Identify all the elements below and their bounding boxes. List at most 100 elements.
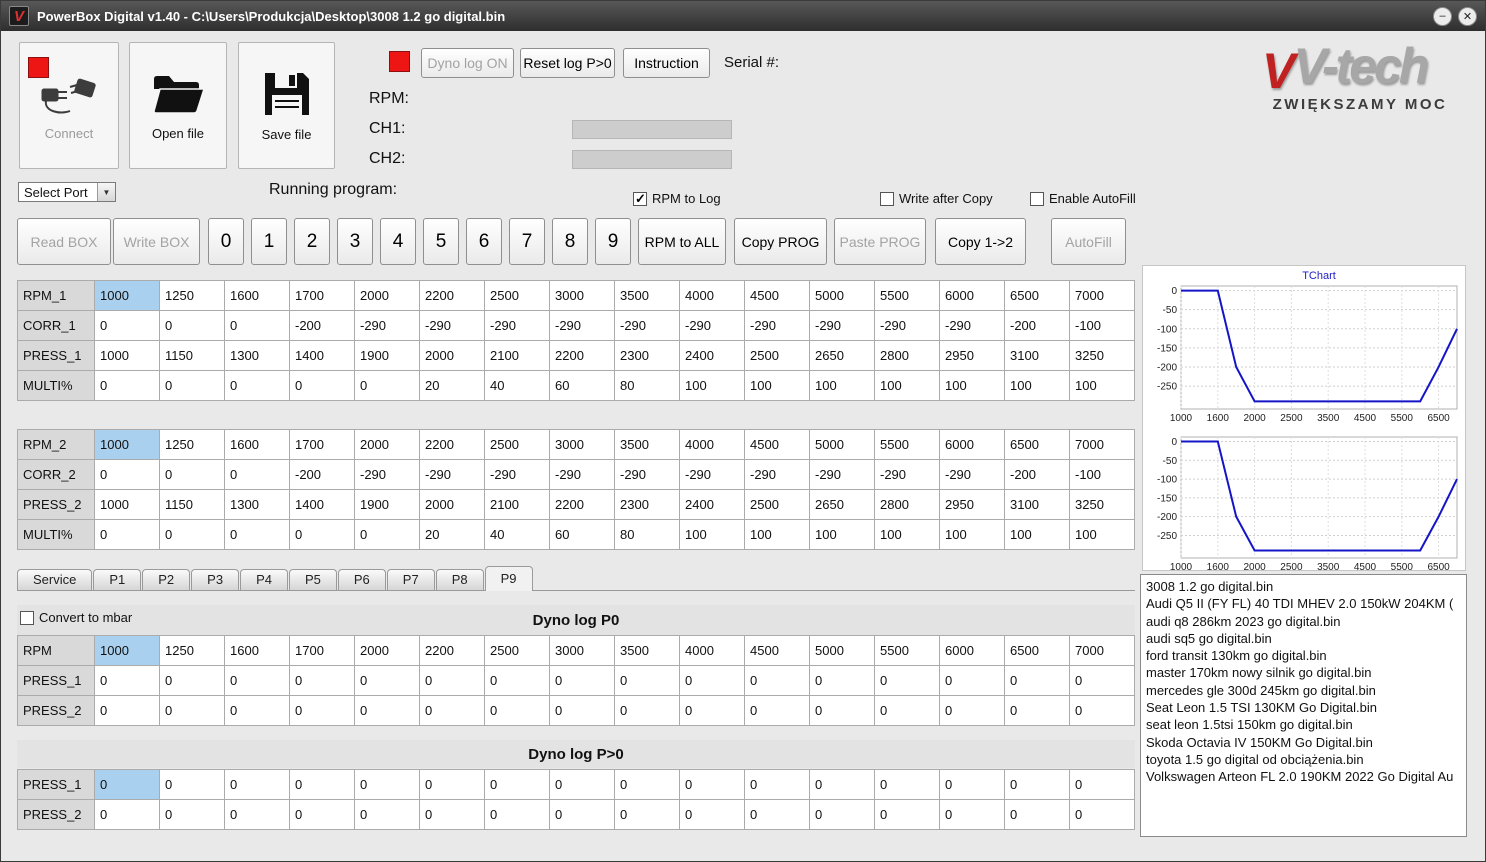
grid-cell[interactable]: 5500 — [874, 635, 940, 666]
digit-0-button[interactable]: 0 — [208, 218, 244, 265]
grid-cell[interactable]: 0 — [549, 665, 615, 696]
grid-cell[interactable]: 0 — [419, 665, 485, 696]
grid-cell[interactable]: 0 — [484, 665, 550, 696]
file-list-item[interactable]: audi q8 286km 2023 go digital.bin — [1146, 613, 1461, 630]
grid-cell[interactable]: 5500 — [874, 280, 940, 311]
grid-cell[interactable]: 0 — [289, 370, 355, 401]
grid-cell[interactable]: 0 — [419, 695, 485, 726]
grid-cell[interactable]: -290 — [614, 459, 680, 490]
grid-cell[interactable]: -290 — [744, 310, 810, 341]
grid-cell[interactable]: 3000 — [549, 280, 615, 311]
grid-cell[interactable]: 2650 — [809, 489, 875, 520]
grid-cell[interactable]: 0 — [809, 799, 875, 830]
rpm-to-all-button[interactable]: RPM to ALL — [638, 218, 726, 265]
enable-autofill-checkbox[interactable]: Enable AutoFill — [1030, 191, 1136, 206]
grid-cell[interactable]: 2800 — [874, 489, 940, 520]
grid-cell[interactable]: 0 — [549, 799, 615, 830]
grid-cell[interactable]: 100 — [809, 370, 875, 401]
grid-cell[interactable]: -100 — [1069, 310, 1135, 341]
grid-cell[interactable]: 0 — [1004, 665, 1070, 696]
grid-cell[interactable]: -290 — [874, 310, 940, 341]
grid-cell[interactable]: 0 — [224, 695, 290, 726]
grid-cell[interactable]: 3000 — [549, 635, 615, 666]
grid-cell[interactable]: 0 — [159, 665, 225, 696]
grid-cell[interactable]: -290 — [354, 459, 420, 490]
grid-cell[interactable]: 0 — [354, 665, 420, 696]
grid-cell[interactable]: 2200 — [419, 280, 485, 311]
tab-p6[interactable]: P6 — [337, 569, 386, 590]
grid-cell[interactable]: -290 — [744, 459, 810, 490]
grid-cell[interactable]: 60 — [549, 519, 615, 550]
grid-cell[interactable]: 0 — [1069, 665, 1135, 696]
tab-p4[interactable]: P4 — [240, 569, 288, 590]
grid-cell[interactable]: 100 — [744, 519, 810, 550]
grid-cell[interactable]: 1700 — [289, 635, 355, 666]
grid-cell[interactable]: 0 — [679, 799, 745, 830]
grid-cell[interactable]: 2000 — [419, 489, 485, 520]
grid-cell[interactable]: 1400 — [289, 340, 355, 371]
grid-cell[interactable]: 0 — [614, 695, 680, 726]
grid-cell[interactable]: 5500 — [874, 429, 940, 460]
grid-cell[interactable]: 100 — [874, 370, 940, 401]
dyno-log-on-button[interactable]: Dyno log ON — [421, 48, 514, 78]
grid-cell[interactable]: 0 — [939, 695, 1005, 726]
tab-p5[interactable]: P5 — [288, 569, 337, 590]
grid-cell[interactable]: -290 — [809, 310, 875, 341]
grid-cell[interactable]: 2300 — [614, 340, 680, 371]
grid-cell[interactable]: 0 — [484, 769, 550, 800]
grid-cell[interactable]: 2500 — [744, 489, 810, 520]
grid-cell[interactable]: 0 — [744, 695, 810, 726]
minimize-button[interactable]: – — [1433, 6, 1452, 26]
convert-to-mbar-checkbox[interactable]: Convert to mbar — [20, 610, 132, 625]
grid-cell[interactable]: 0 — [679, 769, 745, 800]
digit-9-button[interactable]: 9 — [595, 218, 631, 265]
grid-cell[interactable]: 4000 — [679, 429, 745, 460]
grid-cell[interactable]: 1000 — [94, 635, 160, 666]
rpm-to-log-checkbox[interactable]: RPM to Log — [633, 191, 721, 207]
grid-cell[interactable]: 1000 — [94, 489, 160, 520]
grid-cell[interactable]: 0 — [289, 665, 355, 696]
grid-cell[interactable]: 60 — [549, 370, 615, 401]
grid-cell[interactable]: 0 — [1004, 799, 1070, 830]
grid-cell[interactable]: 100 — [1004, 370, 1070, 401]
grid-cell[interactable]: -200 — [1004, 459, 1070, 490]
grid-cell[interactable]: 2200 — [419, 635, 485, 666]
grid-cell[interactable]: -290 — [679, 310, 745, 341]
grid-cell[interactable]: 2000 — [354, 280, 420, 311]
grid-cell[interactable]: 0 — [1069, 769, 1135, 800]
grid-cell[interactable]: 0 — [94, 769, 160, 800]
grid-cell[interactable]: 100 — [809, 519, 875, 550]
grid-cell[interactable]: 0 — [159, 459, 225, 490]
tab-p8[interactable]: P8 — [435, 569, 484, 590]
grid-cell[interactable]: 0 — [224, 459, 290, 490]
grid-cell[interactable]: -200 — [1004, 310, 1070, 341]
grid-cell[interactable]: 0 — [549, 769, 615, 800]
grid-cell[interactable]: 6500 — [1004, 635, 1070, 666]
grid-cell[interactable]: 3500 — [614, 280, 680, 311]
grid-cell[interactable]: 1250 — [159, 429, 225, 460]
grid-cell[interactable]: 0 — [159, 695, 225, 726]
grid-cell[interactable]: 1600 — [224, 280, 290, 311]
grid-cell[interactable]: 0 — [224, 519, 290, 550]
grid-cell[interactable]: 0 — [419, 769, 485, 800]
grid-cell[interactable]: 0 — [94, 370, 160, 401]
grid-cell[interactable]: 0 — [1004, 769, 1070, 800]
grid-cell[interactable]: 0 — [94, 459, 160, 490]
close-button[interactable]: ✕ — [1458, 6, 1477, 26]
grid-cell[interactable]: 100 — [874, 519, 940, 550]
grid-cell[interactable]: 2500 — [484, 429, 550, 460]
file-list-item[interactable]: toyota 1.5 go digital od obciążenia.bin — [1146, 751, 1461, 768]
grid-cell[interactable]: 2200 — [549, 489, 615, 520]
grid-cell[interactable]: 1000 — [94, 429, 160, 460]
digit-7-button[interactable]: 7 — [509, 218, 545, 265]
grid-cell[interactable]: 0 — [874, 695, 940, 726]
grid-cell[interactable]: 80 — [614, 370, 680, 401]
grid-cell[interactable]: 0 — [159, 799, 225, 830]
grid-cell[interactable]: 100 — [679, 370, 745, 401]
grid-cell[interactable]: 1000 — [94, 280, 160, 311]
grid-cell[interactable]: 2950 — [939, 340, 1005, 371]
grid-cell[interactable]: 0 — [159, 310, 225, 341]
grid-cell[interactable]: 3100 — [1004, 489, 1070, 520]
grid-cell[interactable]: 6000 — [939, 280, 1005, 311]
grid-cell[interactable]: 6500 — [1004, 429, 1070, 460]
